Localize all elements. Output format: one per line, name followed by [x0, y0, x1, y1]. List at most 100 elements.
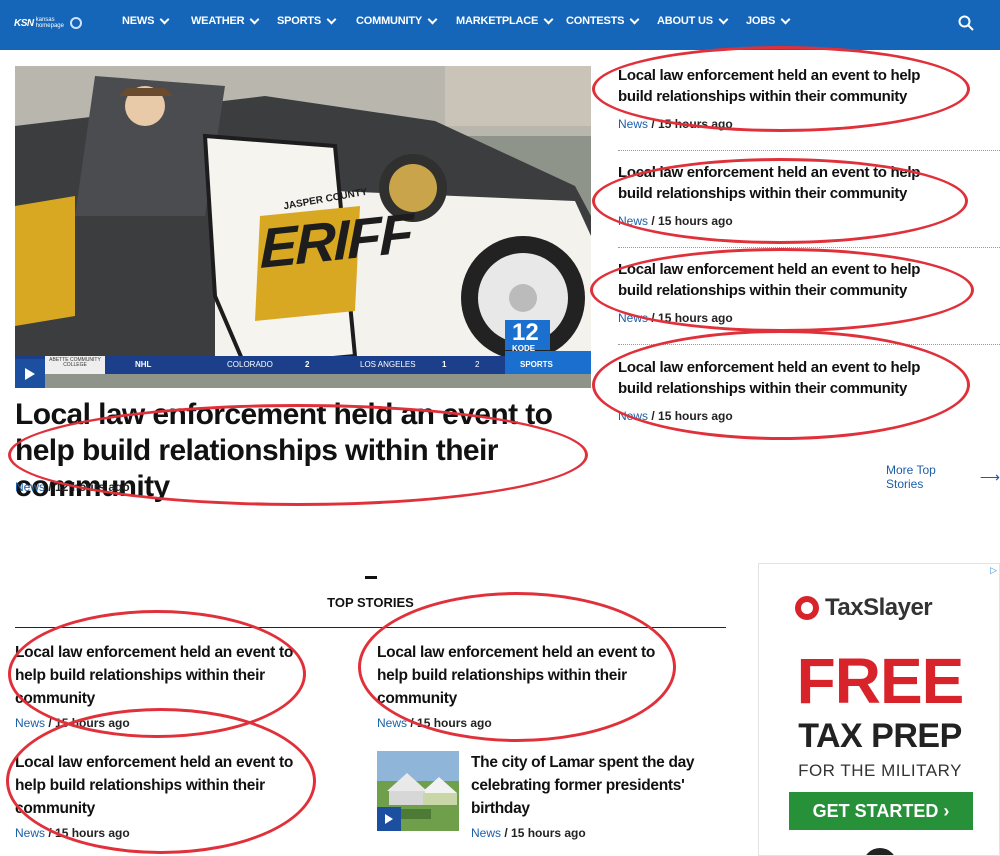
channel-sub: KODE: [512, 344, 536, 353]
story-card-time: / 15 hours ago: [45, 826, 130, 840]
chevron-down-icon: [629, 14, 640, 24]
ad-choices-icon[interactable]: ▷: [990, 565, 997, 576]
ad-brand-name: TaxSlayer: [825, 594, 933, 621]
side-story-category[interactable]: News: [618, 409, 648, 423]
chevron-down-icon: [159, 14, 170, 24]
nav-label: ABOUT US: [657, 15, 713, 27]
hero-meta: News / 12 hours ago: [15, 480, 130, 494]
nav-label: SPORTS: [277, 15, 322, 27]
chevron-down-icon: [427, 14, 438, 24]
section-dash: [365, 576, 377, 579]
nav-item-jobs[interactable]: JOBS: [746, 14, 791, 27]
logo-subtext: kansas homepage: [36, 17, 64, 29]
nav-item-community[interactable]: COMMUNITY: [356, 14, 438, 27]
play-button[interactable]: [15, 359, 45, 388]
chevron-down-icon: [326, 14, 337, 24]
search-icon[interactable]: [958, 15, 974, 31]
story-card-category[interactable]: News: [471, 826, 501, 840]
story-card-time: / 15 hours ago: [501, 826, 586, 840]
chevron-down-icon: [249, 14, 260, 24]
story-thumbnail[interactable]: [377, 751, 459, 831]
divider: [618, 150, 1000, 151]
nav-label: NEWS: [122, 15, 155, 27]
divider: [618, 247, 1000, 248]
nav-item-news[interactable]: NEWS: [122, 14, 170, 27]
ticker-sponsor: ABETTE COMMUNITY COLLEGE: [49, 357, 101, 368]
ad-headline: FREE: [796, 645, 965, 717]
story-card-time: / 15 hours ago: [407, 716, 492, 730]
more-top-stories-link[interactable]: More Top Stories ⟶: [886, 463, 1000, 491]
hero-video-thumbnail[interactable]: ERIFF JASPER COUNTY 12 KODE ABETTE COMMU…: [15, 66, 591, 388]
ad-subhead: TAX PREP: [798, 717, 962, 755]
nav-label: CONTESTS: [566, 15, 625, 27]
side-story-title[interactable]: Local law enforcement held an event to h…: [618, 357, 958, 399]
story-card-category[interactable]: News: [15, 826, 45, 840]
ad-cta-button[interactable]: GET STARTED ›: [789, 792, 973, 830]
story-card-time: / 15 hours ago: [45, 716, 130, 730]
nav-label: MARKETPLACE: [456, 15, 539, 27]
side-story[interactable]: Local law enforcement held an event to h…: [618, 357, 1000, 423]
story-card[interactable]: Local law enforcement held an event to h…: [15, 641, 315, 730]
side-story[interactable]: Local law enforcement held an event to h…: [618, 259, 1000, 325]
ticker-sports: SPORTS: [520, 360, 553, 369]
advertisement[interactable]: ▷ TaxSlayer FREE TAX PREP FOR THE MILITA…: [758, 563, 1000, 856]
section-rule: [15, 627, 726, 628]
nav-item-marketplace[interactable]: MARKETPLACE: [456, 14, 554, 27]
ticker-league: NHL: [135, 360, 152, 369]
side-story-title[interactable]: Local law enforcement held an event to h…: [618, 259, 958, 301]
story-card-category[interactable]: News: [15, 716, 45, 730]
story-card[interactable]: The city of Lamar spent the day celebrat…: [471, 751, 721, 840]
story-card-category[interactable]: News: [377, 716, 407, 730]
side-story-time: / 15 hours ago: [648, 311, 733, 325]
ticker-period: 2: [475, 360, 480, 369]
ad-brand-logo: TaxSlayer: [795, 594, 933, 622]
side-story-time: / 15 hours ago: [648, 117, 733, 131]
more-top-stories-label: More Top Stories: [886, 463, 936, 491]
side-story-title[interactable]: Local law enforcement held an event to h…: [618, 162, 958, 204]
side-story-time: / 15 hours ago: [648, 409, 733, 423]
side-story-category[interactable]: News: [618, 117, 648, 131]
story-card-meta: News / 15 hours ago: [471, 826, 721, 840]
side-story-category[interactable]: News: [618, 214, 648, 228]
side-story-meta: News / 15 hours ago: [618, 409, 1000, 423]
hero-category-link[interactable]: News: [15, 480, 45, 494]
story-card[interactable]: Local law enforcement held an event to h…: [15, 751, 315, 840]
story-card-meta: News / 15 hours ago: [15, 826, 315, 840]
play-button[interactable]: [377, 807, 401, 831]
chevron-down-icon: [543, 14, 554, 24]
hero-time: / 12 hours ago: [45, 480, 130, 494]
nav-label: COMMUNITY: [356, 15, 423, 27]
story-card[interactable]: Local law enforcement held an event to h…: [377, 641, 677, 730]
side-story[interactable]: Local law enforcement held an event to h…: [618, 65, 1000, 131]
channel-number: 12: [512, 319, 539, 346]
ad-decor-circle: [863, 848, 897, 855]
story-card-meta: News / 15 hours ago: [15, 716, 315, 730]
nav-item-contests[interactable]: CONTESTS: [566, 14, 640, 27]
ticker-score-1: 2: [305, 360, 310, 369]
logo-mark-icon: [69, 17, 82, 29]
nav-item-weather[interactable]: WEATHER: [191, 14, 260, 27]
side-story-meta: News / 15 hours ago: [618, 117, 1000, 131]
nav-item-sports[interactable]: SPORTS: [277, 14, 337, 27]
side-story-title[interactable]: Local law enforcement held an event to h…: [618, 65, 958, 107]
nav-item-about-us[interactable]: ABOUT US: [657, 14, 729, 27]
chevron-down-icon: [718, 14, 729, 24]
divider: [618, 344, 1000, 345]
side-story-meta: News / 15 hours ago: [618, 214, 1000, 228]
nav-label: JOBS: [746, 15, 776, 27]
story-card-title[interactable]: The city of Lamar spent the day celebrat…: [471, 751, 721, 820]
ticker-team-2: LOS ANGELES: [360, 360, 416, 369]
ticker-score-2: 1: [442, 360, 447, 369]
top-stories-heading: TOP STORIES: [327, 595, 414, 610]
story-card-title[interactable]: Local law enforcement held an event to h…: [15, 641, 315, 710]
play-icon: [385, 814, 393, 824]
side-story[interactable]: Local law enforcement held an event to h…: [618, 162, 1000, 228]
site-logo[interactable]: KSN kansas homepage: [14, 12, 82, 34]
story-card-title[interactable]: Local law enforcement held an event to h…: [377, 641, 677, 710]
side-story-meta: News / 15 hours ago: [618, 311, 1000, 325]
ticker-team-1: COLORADO: [227, 360, 273, 369]
story-card-title[interactable]: Local law enforcement held an event to h…: [15, 751, 315, 820]
side-story-category[interactable]: News: [618, 311, 648, 325]
brand-mark-icon: [795, 596, 819, 620]
ad-tagline: FOR THE MILITARY: [798, 761, 962, 780]
